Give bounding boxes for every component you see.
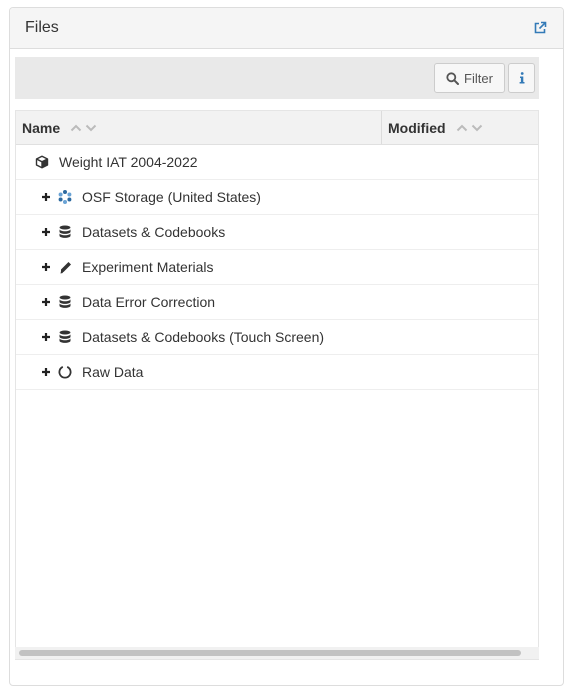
expand-plus-icon[interactable]: [40, 227, 52, 237]
column-name: Name: [16, 111, 382, 144]
sort-ascending-icon[interactable]: [70, 124, 82, 132]
tree-row-label: Raw Data: [82, 364, 144, 380]
panel-title: Files: [25, 19, 59, 36]
tree-row-experiment-materials[interactable]: Experiment Materials: [16, 250, 538, 285]
sort-ascending-icon[interactable]: [456, 124, 468, 132]
database-icon: [57, 224, 73, 240]
expand-plus-icon[interactable]: [40, 192, 52, 202]
external-link-icon[interactable]: [532, 20, 548, 36]
expand-plus-icon[interactable]: [40, 367, 52, 377]
pencil-icon: [57, 259, 73, 275]
expand-plus-icon[interactable]: [40, 297, 52, 307]
tree-row-label: Experiment Materials: [82, 259, 214, 275]
tree-row-label: Weight IAT 2004-2022: [59, 154, 198, 170]
column-name-label: Name: [22, 119, 61, 136]
sort-descending-icon[interactable]: [85, 124, 97, 132]
column-modified-label: Modified: [388, 119, 446, 136]
database-icon: [57, 329, 73, 345]
files-toolbar: Filter: [15, 57, 539, 99]
search-icon: [446, 71, 460, 85]
horizontal-scrollbar[interactable]: [15, 647, 539, 659]
expand-plus-icon[interactable]: [40, 332, 52, 342]
database-icon: [57, 294, 73, 310]
tree-row-label: Datasets & Codebooks (Touch Screen): [82, 329, 325, 345]
file-tree-grid: Name Modified Weight IAT 2004-2022 OSF S…: [15, 110, 539, 660]
tree-row-osf-storage[interactable]: OSF Storage (United States): [16, 180, 538, 215]
tree-row-label: Datasets & Codebooks: [82, 224, 226, 240]
tree-row-data-error-correction[interactable]: Data Error Correction: [16, 285, 538, 320]
tree-row-datasets-codebooks-touch[interactable]: Datasets & Codebooks (Touch Screen): [16, 320, 538, 355]
tree-row-label: OSF Storage (United States): [82, 189, 261, 205]
info-icon: [519, 72, 525, 84]
tree-row-label: Data Error Correction: [82, 294, 216, 310]
scrollbar-thumb[interactable]: [19, 650, 521, 656]
tree-row-datasets-codebooks[interactable]: Datasets & Codebooks: [16, 215, 538, 250]
filter-label: Filter: [464, 70, 493, 86]
name-sort-controls: [70, 124, 97, 132]
info-button[interactable]: [508, 63, 535, 93]
panel-heading: Files: [10, 8, 563, 49]
tree-row-project[interactable]: Weight IAT 2004-2022: [16, 145, 538, 180]
cube-icon: [34, 154, 50, 170]
column-modified: Modified: [382, 111, 538, 144]
circle-notch-icon: [57, 364, 73, 380]
filter-button[interactable]: Filter: [434, 63, 505, 93]
expand-plus-icon[interactable]: [40, 262, 52, 272]
sort-descending-icon[interactable]: [471, 124, 483, 132]
tree-row-raw-data[interactable]: Raw Data: [16, 355, 538, 390]
modified-sort-controls: [456, 124, 483, 132]
grid-header: Name Modified: [16, 110, 538, 145]
osf-storage-icon: [57, 189, 73, 205]
